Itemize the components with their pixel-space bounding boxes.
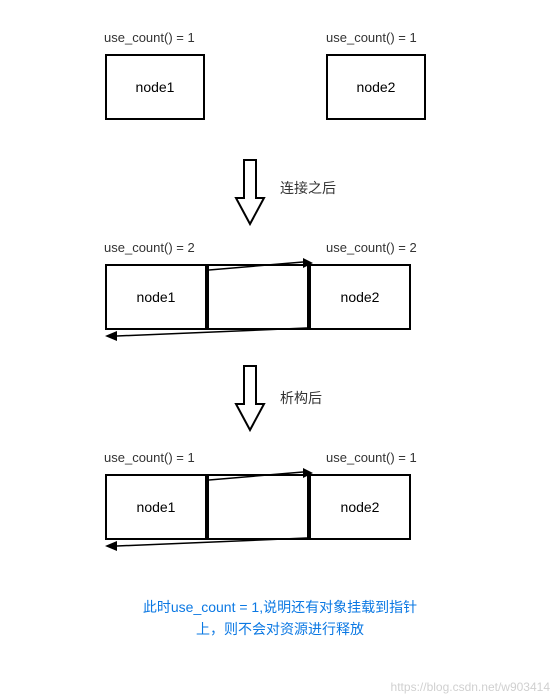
node2-text: node2 — [341, 499, 380, 515]
node1-box: node1 — [105, 264, 207, 330]
node1-box: node1 — [105, 54, 205, 120]
footnote-line2: 上，则不会对资源进行释放 — [196, 621, 364, 637]
prev-pointer-arrow-icon — [105, 534, 311, 552]
arrow-label-1: 连接之后 — [280, 178, 336, 198]
arrow-down-icon — [232, 364, 268, 434]
next-pointer-arrow-icon — [209, 468, 313, 484]
next-pointer-arrow-icon — [209, 258, 313, 274]
transition-arrow-2 — [232, 364, 268, 437]
footnote-line1: 此时use_count = 1,说明还有对象挂载到指针 — [143, 599, 417, 615]
prev-pointer-arrow-icon — [105, 324, 311, 342]
node2-text: node2 — [357, 79, 396, 95]
left-count-label: use_count() = 2 — [104, 240, 195, 255]
node1-text: node1 — [137, 289, 176, 305]
arrow-down-icon — [232, 158, 268, 228]
arrow-label-2: 析构后 — [280, 388, 322, 408]
watermark: https://blog.csdn.net/w903414 — [391, 680, 550, 694]
node1-text: node1 — [137, 499, 176, 515]
node2-box: node2 — [309, 264, 411, 330]
node1-box: node1 — [105, 474, 207, 540]
node2-text: node2 — [341, 289, 380, 305]
node2-box: node2 — [309, 474, 411, 540]
left-count-label: use_count() = 1 — [104, 30, 195, 45]
node1-text: node1 — [136, 79, 175, 95]
node2-box: node2 — [326, 54, 426, 120]
right-count-label: use_count() = 1 — [326, 30, 417, 45]
left-count-label: use_count() = 1 — [104, 450, 195, 465]
right-count-label: use_count() = 2 — [326, 240, 417, 255]
transition-arrow-1 — [232, 158, 268, 231]
footnote: 此时use_count = 1,说明还有对象挂载到指针 上，则不会对资源进行释放 — [0, 596, 560, 641]
right-count-label: use_count() = 1 — [326, 450, 417, 465]
